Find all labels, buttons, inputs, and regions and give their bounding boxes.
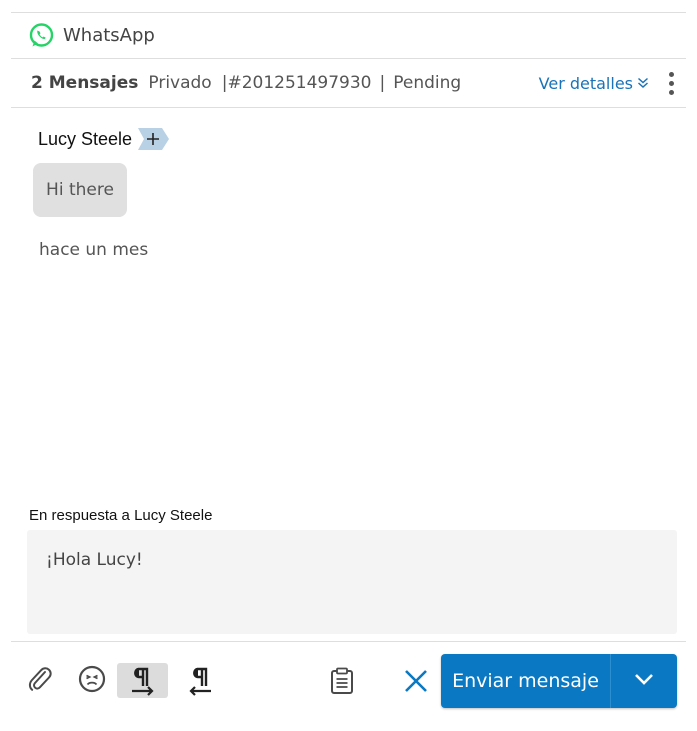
send-button-group: Enviar mensaje: [441, 654, 677, 708]
emoji-icon[interactable]: [76, 662, 108, 696]
text-direction-rtl-icon[interactable]: [180, 663, 220, 698]
message-timestamp: hace un mes: [39, 240, 149, 260]
conversation-status: Pending: [393, 73, 462, 93]
chevron-down-icon: [634, 672, 654, 690]
sender-row: Lucy Steele: [38, 128, 170, 150]
conversation-type: Privado: [148, 73, 212, 93]
send-options-button[interactable]: [611, 654, 677, 708]
header-separator: |: [379, 73, 386, 93]
paperclip-icon[interactable]: [24, 662, 56, 696]
message-count: 2 Mensajes: [31, 73, 139, 93]
double-chevron-down-icon: [637, 77, 649, 89]
conversation-id: |#201251497930: [221, 73, 372, 93]
message-bubble: Hi there: [33, 163, 127, 217]
close-icon[interactable]: [400, 664, 432, 698]
top-divider: [11, 12, 686, 13]
header-divider: [11, 107, 686, 108]
reply-to-label: En respuesta a Lucy Steele: [29, 507, 213, 524]
composer-toolbar: Enviar mensaje: [0, 654, 697, 708]
clipboard-template-icon[interactable]: [326, 664, 358, 698]
channel-name: WhatsApp: [63, 24, 155, 46]
sender-name: Lucy Steele: [38, 128, 133, 149]
add-contact-icon[interactable]: [138, 128, 170, 150]
conversation-header: 2 Mensajes Privado |#201251497930 | Pend…: [31, 66, 675, 100]
view-details-label: Ver detalles: [538, 73, 633, 93]
more-options-icon[interactable]: [667, 71, 675, 95]
composer-divider: [11, 641, 686, 642]
text-direction-ltr-icon[interactable]: [117, 663, 168, 698]
whatsapp-icon: [28, 22, 55, 49]
view-details-link[interactable]: Ver detalles: [539, 74, 649, 93]
reply-textarea[interactable]: ¡Hola Lucy!: [27, 530, 677, 634]
channel-bar: WhatsApp: [28, 20, 155, 50]
channel-divider: [11, 58, 686, 59]
send-message-button[interactable]: Enviar mensaje: [441, 654, 610, 708]
